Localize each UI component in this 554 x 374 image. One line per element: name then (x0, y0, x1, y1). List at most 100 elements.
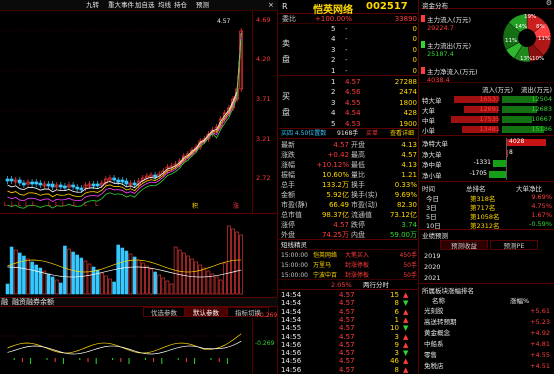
sector-row[interactable]: 高送转预期 +5.23 (420, 317, 554, 328)
volume-bar (235, 231, 239, 295)
trade-list: 14:54 4.57 15 ▲ 14:54 4.57 8 ▼ 14:54 4.57 6 ▲ 14:54 4… (279, 291, 419, 374)
legend-key: 主力流入(万元) (427, 16, 472, 24)
flow-out-value: 12683 (531, 105, 552, 113)
sub-tab-margin[interactable]: 融资融券余额 (12, 298, 54, 307)
buy-level-row[interactable]: 3 4.55 1800 (279, 98, 419, 109)
buy-level-row[interactable]: 2 4.56 2474 (279, 87, 419, 98)
forecast-panel: 业绩预测 预测收益 预测PE 2019 2020 2021 (420, 230, 554, 284)
sector-row[interactable]: 零售 +4.55 (420, 350, 554, 361)
level-volume: 0 (412, 25, 417, 33)
indicator-line-1 (7, 333, 242, 354)
tab-default-params[interactable]: 默认参数 (185, 307, 227, 317)
sector-row[interactable]: 黄金概念 +4.92 (420, 328, 554, 339)
ma20-line (7, 36, 242, 203)
trade-row: 14:56 4.57 8 ▲ (279, 366, 419, 374)
volume-bar (104, 275, 108, 295)
sector-name: 中船系 (424, 340, 444, 348)
candle (30, 181, 34, 185)
settings-icon[interactable]: ⚙ (546, 0, 552, 7)
kline-chart[interactable] (0, 11, 252, 213)
tab-two-row-tick[interactable]: 两行分时 (363, 280, 389, 290)
rank-header: 总排名 (466, 185, 486, 193)
volume-bar (177, 249, 182, 295)
indicator-chart[interactable] (0, 318, 252, 374)
tick-pct: 2.05% (331, 281, 352, 289)
sell-level-row[interactable]: 4- 0 (279, 34, 419, 45)
level-num: 1 (331, 78, 336, 86)
toolbar-item[interactable]: 均线 (158, 0, 171, 10)
legend-value: 25187.4 (427, 50, 454, 58)
toolbar-item[interactable]: 预测 (196, 0, 209, 10)
sector-change: +5.23 (530, 318, 550, 326)
volume-bar (145, 265, 149, 295)
trade-row: 14:56 4.57 9 ▲ (279, 341, 419, 349)
marker-strip: LLLLLLLLLLL积涨 (0, 201, 252, 211)
net-label: 净特大单 (422, 140, 448, 148)
level-num: 4 (331, 109, 336, 118)
tab-fund-distribution[interactable]: 资金分布 (422, 0, 448, 10)
stock-code: 002517 (366, 1, 408, 12)
volume-bar (124, 250, 129, 295)
volume-bar (22, 255, 26, 295)
rank-ratio: 1.67% (531, 211, 552, 219)
sell-level-row[interactable]: 3- 0 (279, 45, 419, 56)
price-axis-label: 4.20 (256, 55, 271, 63)
buy-level-row[interactable]: 5 4.53 1900 (279, 119, 419, 130)
quote-table: 最新 4.57 开盘 4.13 涨跌 +0.42 最高 4.57 涨幅 +10.12% 最低 4.13… (279, 140, 419, 240)
tab-forecast-pe[interactable]: 预测PE (490, 240, 538, 250)
trade-price: 4.57 (339, 332, 355, 341)
candle (50, 183, 55, 188)
rank-ratio: 4.75% (531, 202, 552, 210)
toolbar-item[interactable]: 九转 (86, 0, 99, 10)
candle (120, 179, 125, 183)
level-num: 3 (331, 98, 336, 107)
trade-time: 14:54 (281, 315, 302, 324)
flow-col-out: 流出(万元) (520, 86, 552, 94)
toolbar-item[interactable]: 重大事件 (108, 0, 134, 10)
net-value: 8 (509, 148, 513, 156)
legend-key: 主力流出(万元) (427, 42, 472, 50)
indicator-tabs: 优选参数 默认参数 指标切换 (0, 307, 278, 318)
trade-time: 14:56 (281, 340, 302, 349)
flow-table: 流入(万元) 流出(万元) 特大单 16533 12504 大单 12691 12683 中单 1… (420, 82, 554, 136)
kline-panel[interactable]: 九转 重大事件 加自选 均线 持仓 预测 × 4.69 4.20 3.71 3.21 2.72 LL… (0, 0, 278, 374)
tab-forecast-eps[interactable]: 预测收益 (440, 240, 488, 250)
sector-name: 黄金概念 (424, 329, 450, 337)
level-volume: 0 (412, 56, 417, 65)
tab-short-line-elf[interactable]: 短线精灵 (281, 240, 307, 250)
toolbar-item[interactable]: 加自选 (135, 0, 155, 10)
sector-row[interactable]: 光刻胶 +5.61 (420, 306, 554, 317)
sector-row[interactable]: 中船系 +4.81 (420, 339, 554, 350)
volume-bar (210, 273, 215, 295)
sub-tab-short[interactable]: 融 (1, 298, 8, 307)
buy-level-row[interactable]: 4 4.54 428 (279, 108, 419, 119)
candle (79, 187, 84, 191)
sell-level-row[interactable]: 2- 0 (279, 55, 419, 66)
sector-row[interactable]: 免税店 +4.51 (420, 361, 554, 372)
sector-name: 免税店 (424, 362, 444, 370)
pie-label: 11% (505, 38, 517, 44)
legend-swatch (421, 67, 425, 74)
level-price: 4.56 (345, 88, 361, 97)
sell-level-row[interactable]: 5 - 0 (279, 24, 419, 35)
rank-table: 时间 总排名 大单净比 今日 第318名 9.69% 3日 第717名 4.75% 5日 第1058… (420, 182, 554, 230)
indicator-axis-top: +0.269 (255, 312, 278, 319)
volume-chart[interactable] (0, 214, 252, 298)
book-detail-button[interactable]: 查看详细 (390, 129, 414, 139)
trade-volume: 10 (390, 324, 399, 333)
volume-bar (198, 264, 202, 295)
sell-level-row[interactable]: 1- 0 (279, 66, 419, 77)
legend-swatch (421, 41, 425, 48)
volume-bar (42, 270, 47, 295)
toolbar-item[interactable]: 持仓 (174, 0, 187, 10)
tab-optimal-params[interactable]: 优选参数 (143, 307, 185, 317)
trade-time: 14:56 (281, 365, 302, 374)
flow-pie-chart[interactable]: 14% 11% 13% 10% 11% 8%19% (502, 12, 552, 74)
close-icon[interactable]: × (268, 0, 274, 10)
buy-level-row[interactable]: 1 4.57 27288 (279, 77, 419, 88)
volume-ma-line (7, 259, 242, 273)
trade-direction-icon: ▼ (403, 324, 409, 333)
trade-direction-icon: ▲ (403, 340, 409, 349)
marker-l: L (95, 201, 99, 208)
flow-in-value: 13481 (479, 125, 500, 133)
